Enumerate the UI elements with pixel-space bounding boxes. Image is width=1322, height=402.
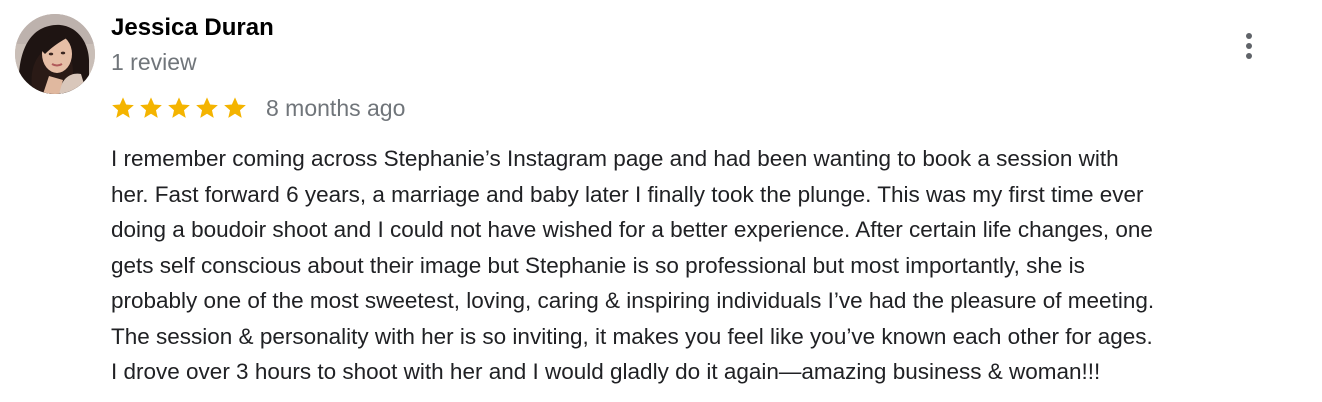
more-vert-icon — [1246, 33, 1252, 39]
star-icon — [168, 97, 190, 118]
review-text-line: probably one of the most sweetest, lovin… — [111, 288, 1155, 313]
review-text-line: I drove over 3 hours to shoot with her a… — [111, 359, 1101, 384]
author-review-count: 1 review — [111, 49, 197, 75]
review-text-line: I remember coming across Stephanie’s Ins… — [111, 146, 1119, 171]
star-icon — [112, 97, 134, 118]
star-icon — [196, 97, 218, 118]
review-text-line: doing a boudoir shoot and I could not ha… — [111, 217, 1153, 242]
more-options-button[interactable] — [1234, 26, 1264, 66]
author-name[interactable]: Jessica Duran — [111, 12, 274, 44]
avatar[interactable] — [15, 14, 95, 94]
review-meta: 8 months ago — [110, 92, 405, 124]
review-text-line: The session & personality with her is so… — [111, 323, 1153, 349]
review-text-line: her. Fast forward 6 years, a marriage an… — [111, 181, 1144, 207]
review-text-line: gets self conscious about their image bu… — [111, 252, 1085, 278]
star-icon — [224, 97, 246, 118]
review-card: Jessica Duran 1 review 8 months ago I re… — [0, 0, 1322, 402]
star-icon — [140, 97, 162, 118]
review-text: I remember coming across Stephanie’s Ins… — [111, 141, 1315, 390]
avatar-photo — [15, 14, 95, 94]
star-rating — [110, 95, 250, 121]
review-date: 8 months ago — [266, 95, 406, 121]
